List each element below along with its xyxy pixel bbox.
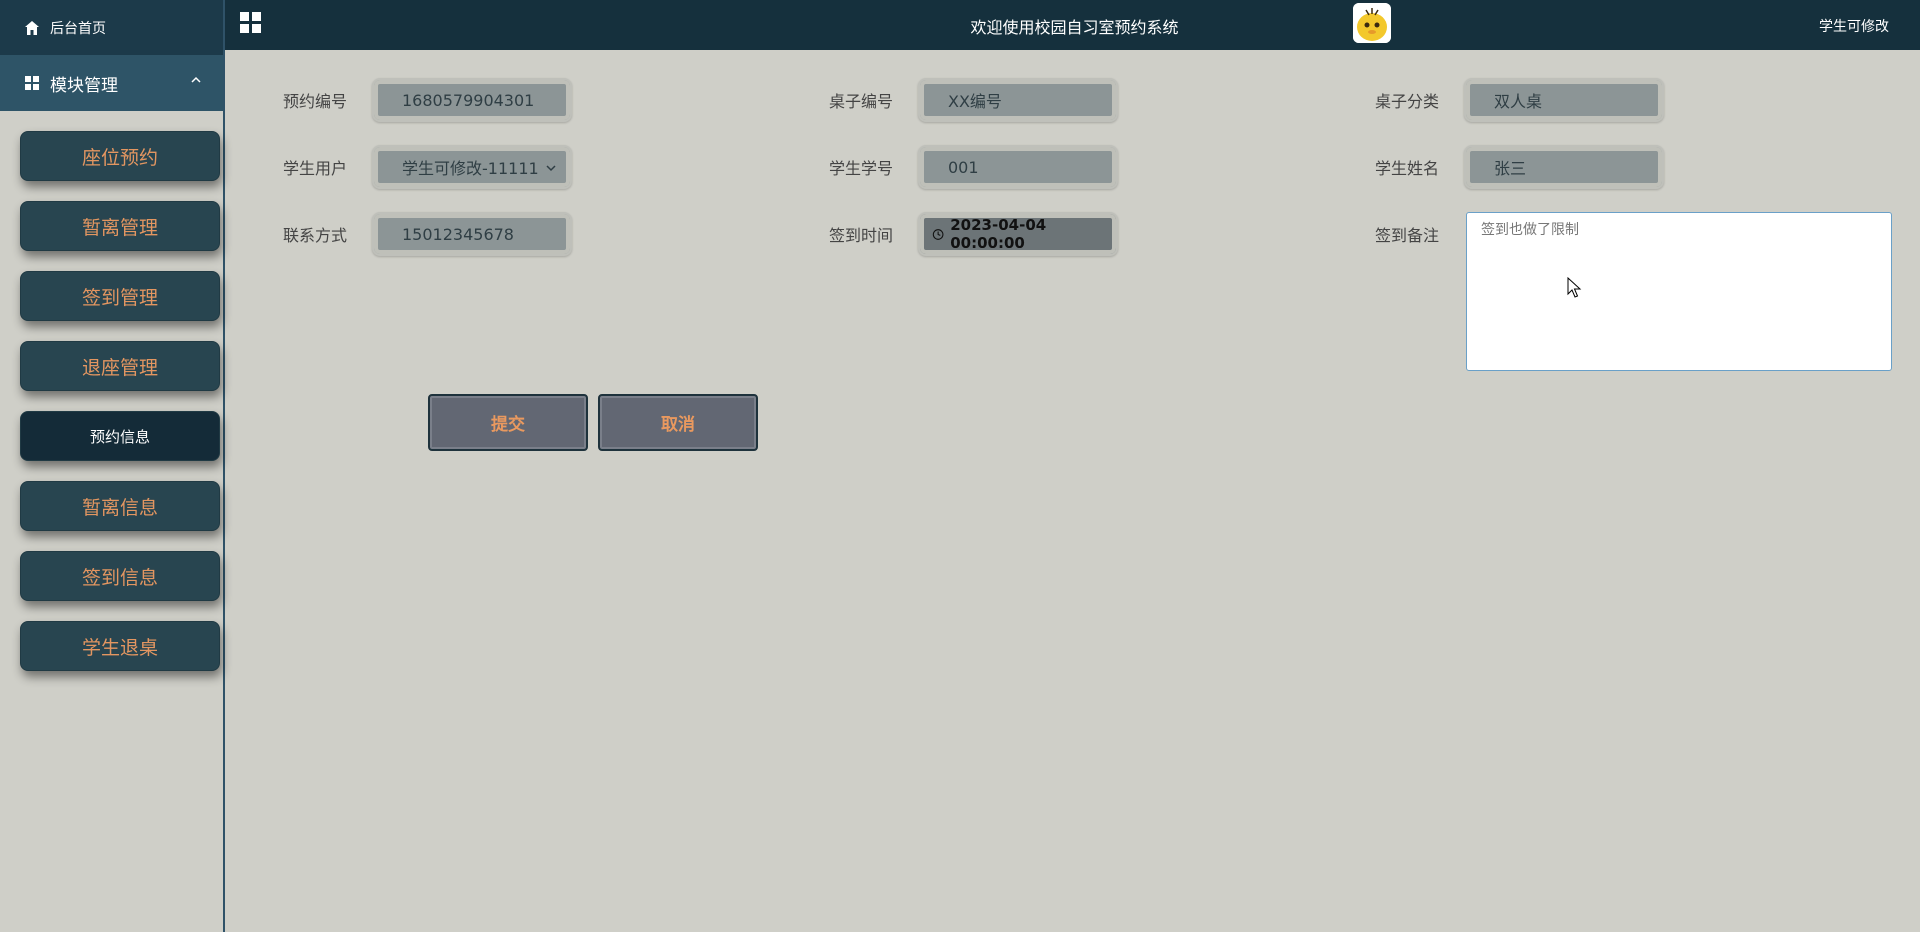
- reservation-no-field[interactable]: 1680579904301: [372, 78, 572, 122]
- checkin-time-label: 签到时间: [829, 226, 894, 245]
- sidebar-home-label: 后台首页: [50, 20, 106, 37]
- sidebar-item-checkin-management[interactable]: 签到管理: [20, 271, 220, 321]
- submit-button[interactable]: 提交: [428, 394, 588, 451]
- student-name-label: 学生姓名: [1375, 159, 1440, 178]
- grid-icon: [25, 76, 39, 90]
- avatar-image: [1353, 3, 1391, 43]
- sidebar-item-leave-info[interactable]: 暂离信息: [20, 481, 220, 531]
- desk-no-field[interactable]: XX编号: [918, 78, 1118, 122]
- sidebar-item-reservation-info[interactable]: 预约信息: [20, 411, 220, 461]
- desk-category-label: 桌子分类: [1375, 92, 1440, 111]
- cancel-button[interactable]: 取消: [598, 394, 758, 451]
- reservation-no-label: 预约编号: [283, 92, 348, 111]
- desk-category-field[interactable]: 双人桌: [1464, 78, 1664, 122]
- home-icon: [25, 20, 39, 35]
- checkin-time-field[interactable]: 2023-04-04 00:00:00: [918, 212, 1118, 256]
- topbar: 欢迎使用校园自习室预约系统 学生可修改: [225, 0, 1920, 50]
- avatar[interactable]: [1353, 3, 1391, 43]
- sidebar-item-seat-return-management[interactable]: 退座管理: [20, 341, 220, 391]
- checkin-time-value: 2023-04-04 00:00:00: [950, 216, 1047, 252]
- desk-no-label: 桌子编号: [829, 92, 894, 111]
- chevron-down-icon: [546, 165, 556, 172]
- sidebar-home[interactable]: 后台首页: [0, 0, 223, 55]
- sidebar-menu: 座位预约 暂离管理 签到管理 退座管理 预约信息 暂离信息 签到信息 学生退桌: [0, 111, 223, 671]
- clock-icon: [932, 228, 944, 240]
- student-user-label: 学生用户: [283, 159, 348, 178]
- sidebar-item-leave-management[interactable]: 暂离管理: [20, 201, 220, 251]
- chevron-up-icon: [191, 76, 201, 83]
- student-user-value: 学生可修改-11111: [402, 159, 539, 178]
- checkin-note-textarea[interactable]: 签到也做了限制: [1466, 212, 1892, 371]
- contact-label: 联系方式: [283, 226, 348, 245]
- student-id-label: 学生学号: [829, 159, 894, 178]
- module-management-label: 模块管理: [50, 75, 118, 96]
- module-management-header[interactable]: 模块管理: [0, 55, 223, 111]
- user-name[interactable]: 学生可修改: [1819, 16, 1889, 36]
- student-id-field[interactable]: 001: [918, 145, 1118, 189]
- page-title: 欢迎使用校园自习室预约系统: [970, 18, 1179, 37]
- student-name-field[interactable]: 张三: [1464, 145, 1664, 189]
- sidebar-item-seat-reservation[interactable]: 座位预约: [20, 131, 220, 181]
- sidebar-item-checkin-info[interactable]: 签到信息: [20, 551, 220, 601]
- mouse-cursor-icon: [1567, 277, 1582, 298]
- sidebar: 后台首页 模块管理 座位预约 暂离管理 签到管理 退座管理 预约信息 暂离信息 …: [0, 0, 225, 932]
- student-user-select[interactable]: 学生可修改-11111: [372, 145, 572, 189]
- sidebar-item-student-return-desk[interactable]: 学生退桌: [20, 621, 220, 671]
- checkin-note-label: 签到备注: [1375, 226, 1440, 245]
- contact-field[interactable]: 15012345678: [372, 212, 572, 256]
